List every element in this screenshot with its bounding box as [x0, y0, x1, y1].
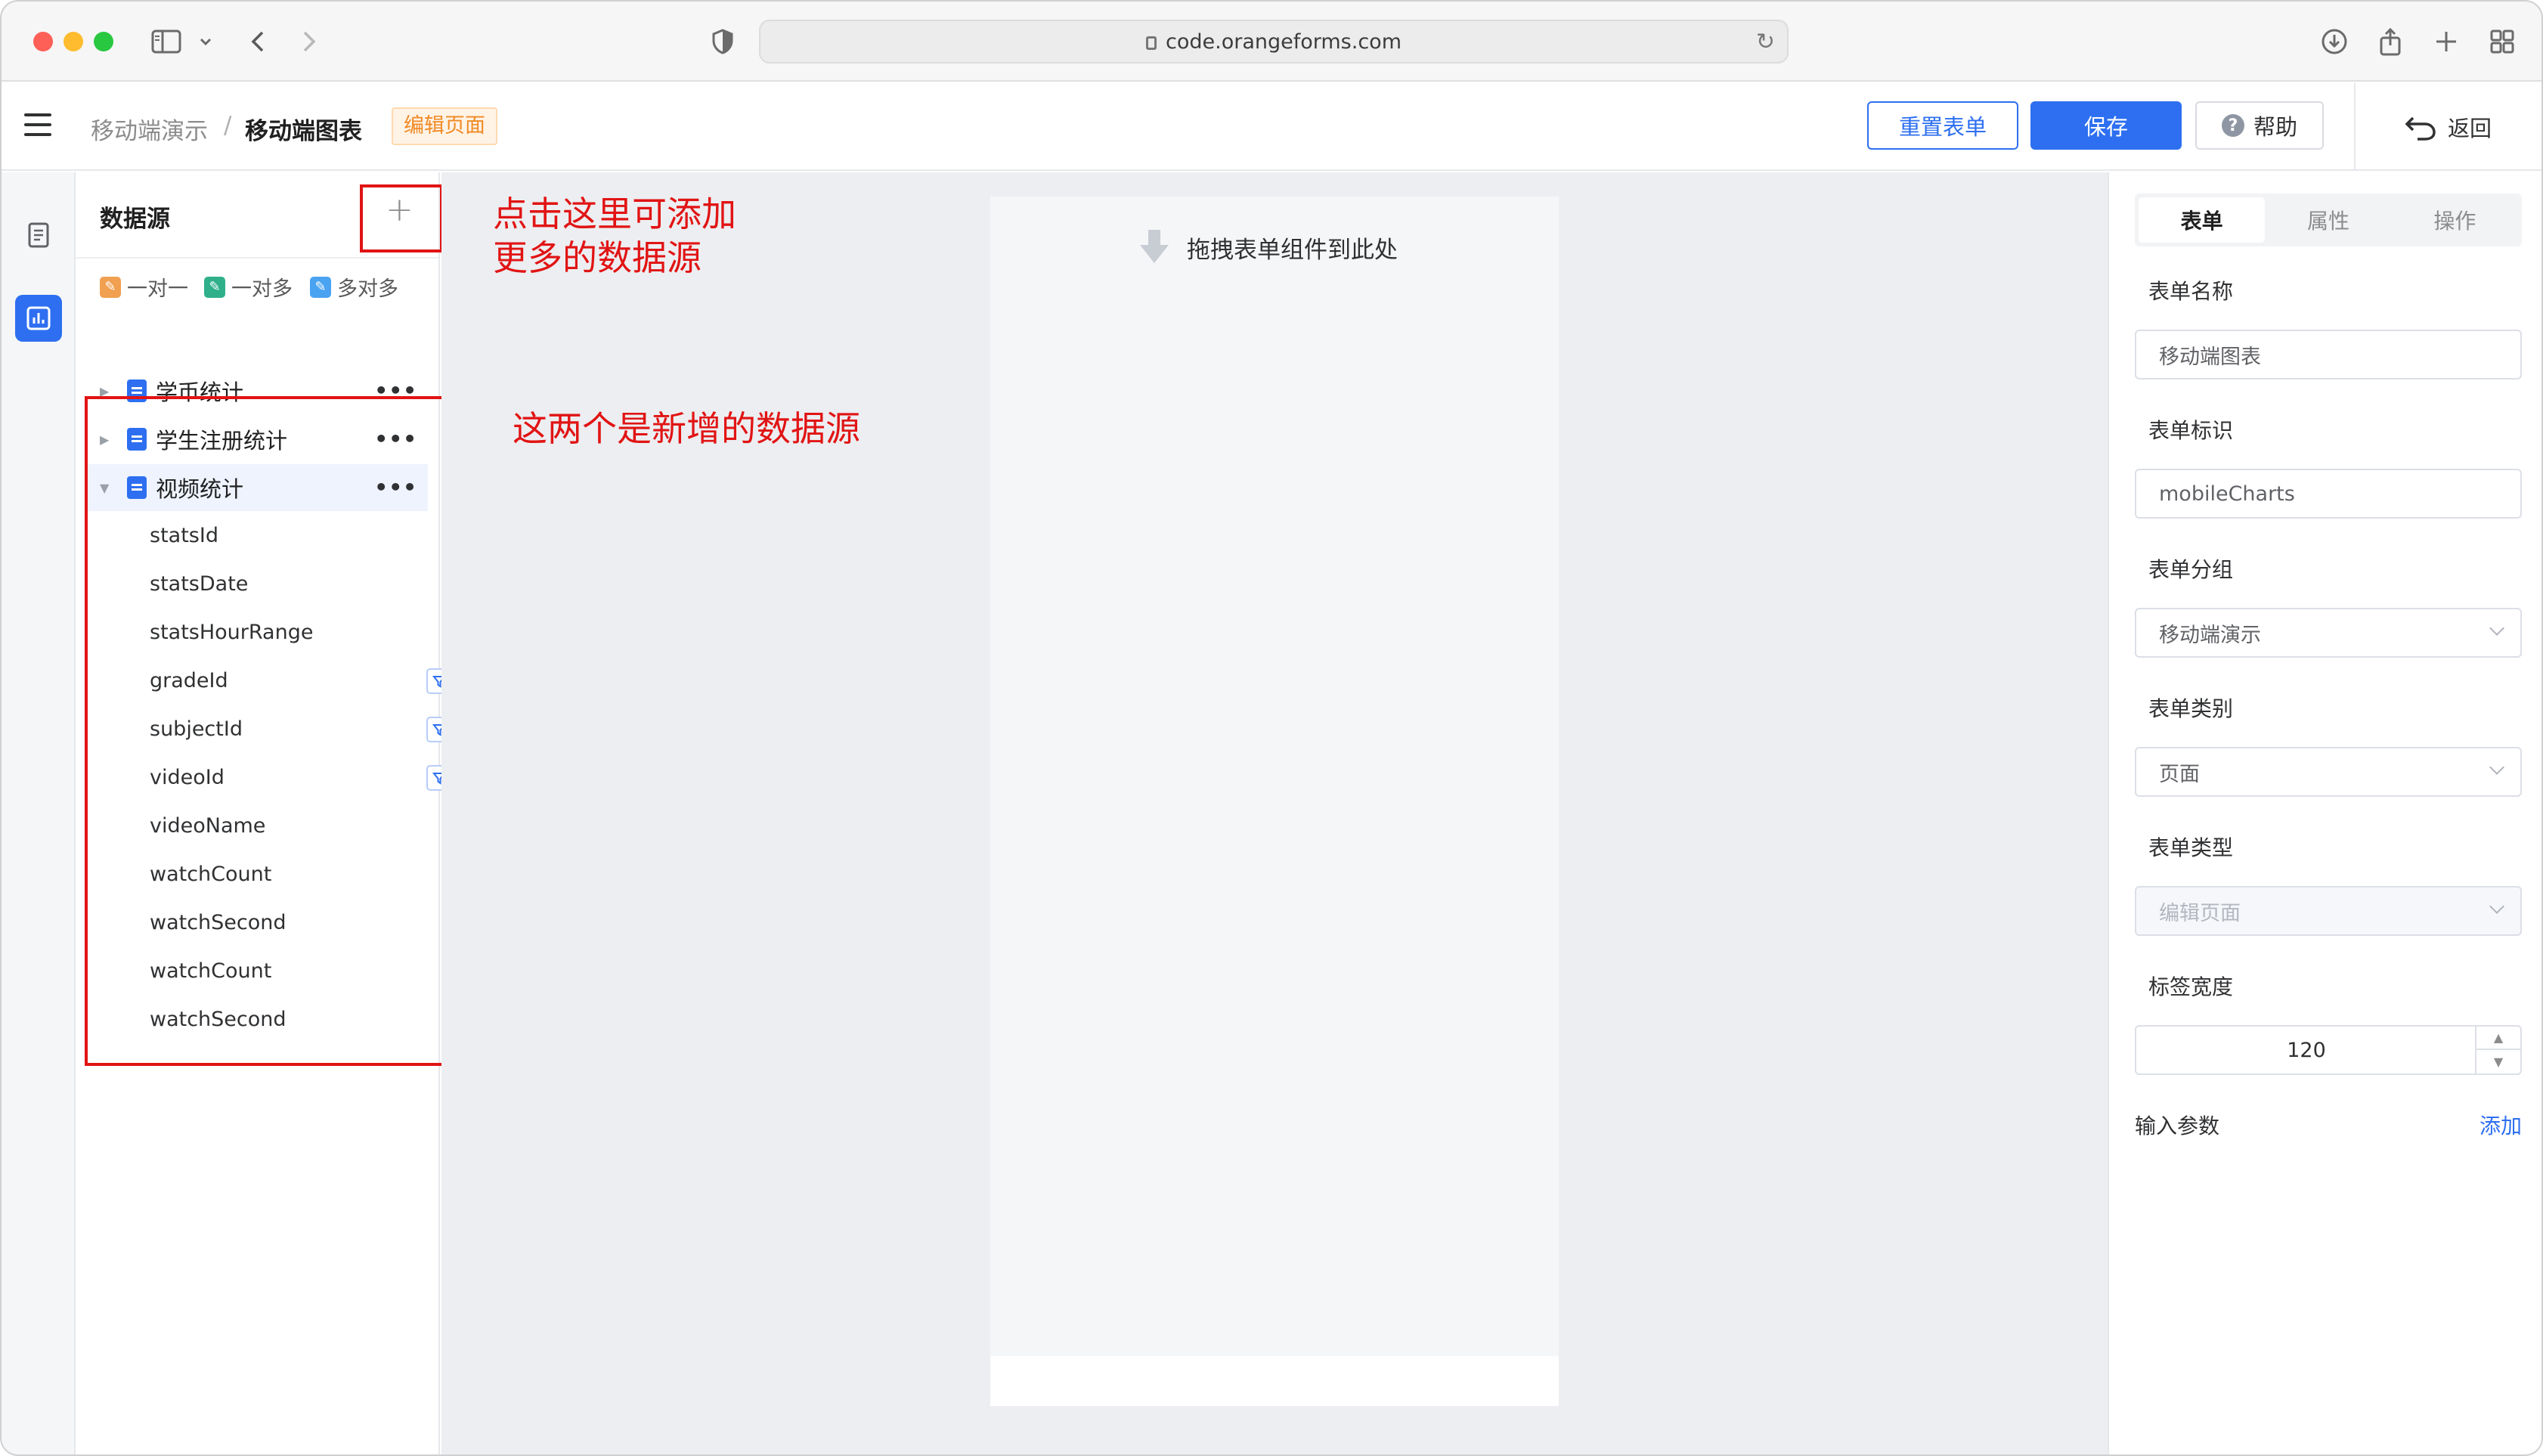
- annotation-box-new-sources: [85, 396, 446, 1066]
- relation-link-icon: ✎: [100, 276, 121, 298]
- tab-operations[interactable]: 操作: [2392, 197, 2518, 243]
- label-width-stepper[interactable]: 120 ▲ ▼: [2135, 1025, 2522, 1075]
- save-button[interactable]: 保存: [2030, 101, 2182, 150]
- mobile-preview[interactable]: 拖拽表单组件到此处: [990, 197, 1559, 1406]
- chevron-down-icon: [2489, 760, 2504, 775]
- page-title: 移动端图表: [245, 118, 362, 145]
- app-header: 移动端演示 / 移动端图表 编辑页面 重置表单 保存 ? 帮助 返回: [2, 83, 2541, 171]
- form-name-label: 表单名称: [2148, 279, 2234, 304]
- legend-many-to-many: ✎ 多对多: [310, 272, 398, 302]
- design-canvas: 拖拽表单组件到此处: [441, 172, 2108, 1454]
- annotation-box-add: [360, 184, 443, 252]
- stepper-buttons: ▲ ▼: [2475, 1027, 2520, 1073]
- add-param-link[interactable]: 添加: [2480, 1110, 2522, 1140]
- chevron-down-icon: [2489, 621, 2504, 636]
- form-group-label: 表单分组: [2148, 557, 2234, 582]
- annotation-add-hint-line2: 更多的数据源: [493, 237, 702, 278]
- drop-hint-text: 拖拽表单组件到此处: [1187, 236, 1398, 264]
- minimize-window-button[interactable]: [63, 32, 83, 51]
- help-button[interactable]: ? 帮助: [2195, 101, 2324, 150]
- back-button[interactable]: 返回: [2404, 106, 2492, 148]
- browser-window: code.orangeforms.com ↻ 移动端演示 / 移动端图表 编辑页…: [0, 0, 2543, 1456]
- input-params-row: 输入参数 添加: [2135, 1110, 2522, 1140]
- decrement-icon[interactable]: ▼: [2476, 1050, 2520, 1073]
- drop-hint: 拖拽表单组件到此处: [1138, 228, 1398, 266]
- mode-tag: 编辑页面: [392, 107, 497, 145]
- address-bar[interactable]: code.orangeforms.com ↻: [759, 20, 1789, 64]
- chevron-down-icon: [2489, 899, 2504, 914]
- help-icon: ?: [2221, 114, 2244, 137]
- close-window-button[interactable]: [33, 32, 53, 51]
- legend-label: 多对多: [337, 277, 398, 301]
- privacy-shield-icon[interactable]: [709, 24, 736, 59]
- form-type-select: 编辑页面: [2135, 886, 2522, 936]
- legend-label: 一对多: [231, 277, 293, 301]
- reset-form-button[interactable]: 重置表单: [1867, 101, 2018, 150]
- datasource-title: 数据源: [100, 206, 170, 233]
- left-rail: [2, 172, 76, 1454]
- new-tab-icon[interactable]: [2431, 24, 2461, 59]
- label-width-label: 标签宽度: [2148, 974, 2234, 999]
- breadcrumb-parent[interactable]: 移动端演示: [91, 112, 208, 146]
- form-name-input[interactable]: 移动端图表: [2135, 330, 2522, 379]
- forward-nav-icon[interactable]: [296, 24, 322, 59]
- drop-arrow-icon: [1140, 230, 1169, 263]
- header-divider: [2354, 83, 2356, 171]
- download-icon[interactable]: [2319, 24, 2349, 59]
- input-params-label: 输入参数: [2135, 1114, 2220, 1138]
- tab-overview-icon[interactable]: [2487, 24, 2517, 59]
- breadcrumb-separator: /: [224, 112, 232, 139]
- relation-link-icon: ✎: [310, 276, 331, 298]
- legend-label: 一对一: [127, 277, 188, 301]
- tab-form[interactable]: 表单: [2139, 197, 2266, 243]
- annotation-add-hint: 点击这里可添加 更多的数据源: [493, 192, 736, 280]
- reload-icon[interactable]: ↻: [1756, 29, 1775, 55]
- form-list-icon[interactable]: [15, 212, 62, 259]
- property-tabs: 表单 属性 操作: [2135, 194, 2522, 246]
- help-label: 帮助: [2253, 114, 2297, 140]
- relation-link-icon: ✎: [204, 276, 225, 298]
- share-icon[interactable]: [2375, 24, 2405, 59]
- chart-datasource-icon[interactable]: [15, 295, 62, 342]
- mobile-preview-footer: [990, 1356, 1559, 1406]
- form-category-value: 页面: [2159, 762, 2200, 786]
- zoom-window-button[interactable]: [94, 32, 113, 51]
- form-group-select[interactable]: 移动端演示: [2135, 608, 2522, 658]
- undo-arrow-icon: [2405, 116, 2436, 141]
- sidebar-toggle-icon[interactable]: [150, 24, 183, 59]
- annotation-new-sources: 这两个是新增的数据源: [513, 408, 860, 449]
- back-label: 返回: [2448, 116, 2492, 141]
- lock-icon: [1146, 36, 1157, 50]
- tab-attributes[interactable]: 属性: [2265, 197, 2391, 243]
- form-type-label: 表单类型: [2148, 835, 2234, 860]
- form-id-label: 表单标识: [2148, 418, 2234, 443]
- property-panel: 表单 属性 操作 表单名称 移动端图表 表单标识 mobileCharts 表单…: [2108, 172, 2541, 1454]
- label-width-value[interactable]: 120: [2136, 1027, 2476, 1073]
- legend-one-to-one: ✎ 一对一: [100, 272, 188, 302]
- browser-toolbar: code.orangeforms.com ↻: [2, 2, 2541, 82]
- menu-icon[interactable]: [24, 113, 51, 138]
- form-id-input[interactable]: mobileCharts: [2135, 469, 2522, 519]
- legend-one-to-many: ✎ 一对多: [204, 272, 293, 302]
- form-category-label: 表单类别: [2148, 696, 2234, 721]
- datasource-divider: [76, 257, 438, 259]
- form-category-select[interactable]: 页面: [2135, 747, 2522, 797]
- annotation-add-hint-line1: 点击这里可添加: [493, 194, 736, 234]
- form-type-value: 编辑页面: [2159, 901, 2241, 925]
- back-nav-icon[interactable]: [245, 24, 271, 59]
- increment-icon[interactable]: ▲: [2476, 1027, 2520, 1050]
- url-text: code.orangeforms.com: [1166, 29, 1402, 54]
- form-group-value: 移动端演示: [2159, 623, 2261, 647]
- chevron-down-icon[interactable]: [197, 24, 215, 59]
